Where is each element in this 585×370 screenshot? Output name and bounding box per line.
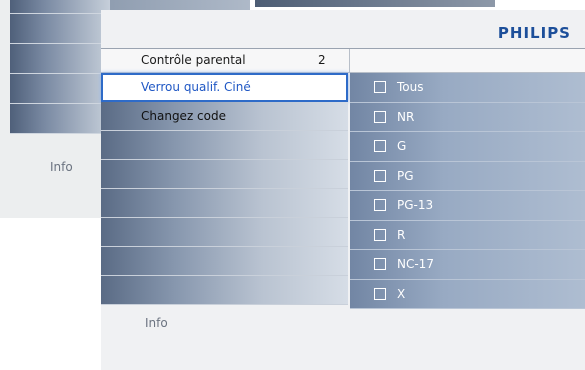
checkbox-icon[interactable] [374,110,386,123]
rating-options-list: Tous NR G PG PG-13 R NC-17 X [350,73,585,309]
rating-option-g[interactable]: G [350,132,585,162]
rating-option-pg[interactable]: PG [350,161,585,191]
menu-item-change-code[interactable]: Changez code [101,102,348,131]
background-info-label: Info [50,160,73,174]
menu-header-divider [349,49,350,72]
menu-item-label: Changez code [141,109,226,123]
background-menu-top-strip-right [255,0,495,7]
rating-option-label: PG-13 [397,198,434,212]
checkbox-icon[interactable] [374,199,386,211]
menu-header-value: 2 [318,53,326,67]
menu-item-empty [101,276,348,305]
background-menu-row [10,14,110,44]
rating-option-label: Tous [397,80,424,94]
submenu-list: Verrou qualif. Ciné Changez code [101,73,348,309]
rating-option-label: NC-17 [397,257,434,271]
menu-item-empty [101,160,348,189]
background-menu-row [10,104,110,134]
menu-item-movie-rating-lock[interactable]: Verrou qualif. Ciné [101,73,348,102]
background-menu-row [10,0,110,14]
checkbox-icon[interactable] [374,81,386,93]
menu-item-empty [101,131,348,160]
menu-item-empty [101,189,348,218]
menu-header-label: Contrôle parental [141,53,246,67]
parental-control-panel: PHILIPS Contrôle parental 2 Verrou quali… [101,10,585,370]
rating-option-label: NR [397,109,415,124]
brand-logo: PHILIPS [497,24,571,42]
rating-option-x[interactable]: X [350,279,585,309]
info-label: Info [145,316,168,330]
rating-option-label: R [397,227,406,242]
rating-option-r[interactable]: R [350,220,585,250]
rating-option-nr[interactable]: NR [350,102,585,132]
checkbox-icon[interactable] [374,258,386,270]
menu-item-empty [101,218,348,247]
checkbox-icon[interactable] [374,169,386,182]
rating-option-pg13[interactable]: PG-13 [350,191,585,221]
background-menu-rows [10,0,110,151]
rating-option-label: G [397,139,407,153]
menu-header: Contrôle parental 2 [101,48,585,73]
rating-option-nc17[interactable]: NC-17 [350,250,585,280]
menu-item-empty [101,247,348,276]
background-menu-row [10,74,110,104]
checkbox-icon[interactable] [374,228,386,241]
checkbox-icon[interactable] [374,287,386,300]
checkbox-icon[interactable] [374,140,386,152]
background-menu-row [10,44,110,74]
menu-item-label: Verrou qualif. Ciné [141,80,251,94]
rating-option-label: X [397,286,406,301]
rating-option-label: PG [397,168,414,183]
rating-option-tous[interactable]: Tous [350,73,585,103]
